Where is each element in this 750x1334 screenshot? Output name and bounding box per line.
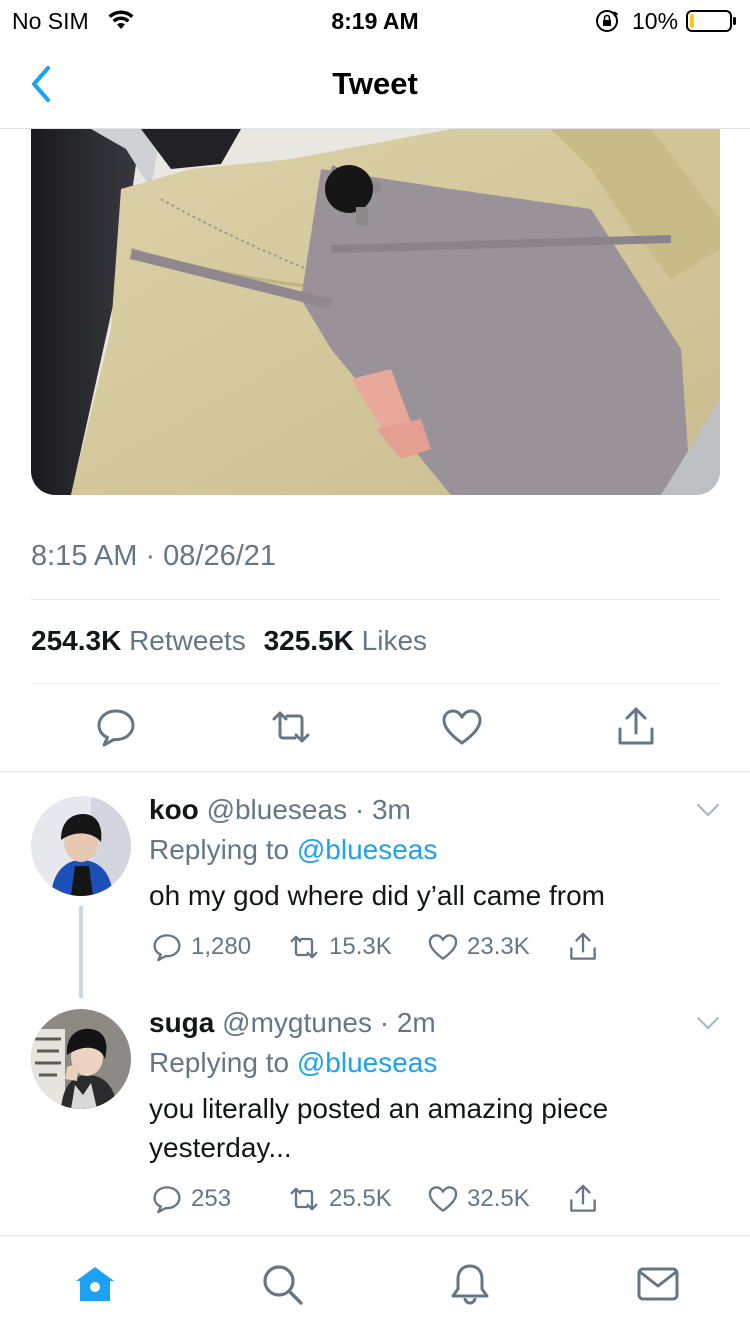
tweet-actions [0,705,750,751]
tab-bar [0,1235,750,1334]
retweets-stat[interactable]: 254.3K Retweets [31,625,246,656]
messages-icon[interactable] [636,1262,680,1306]
replying-to-label: Replying to [149,834,290,865]
reply-text: oh my god where did y’all came from [149,880,605,911]
battery-percent: 10% [632,8,679,34]
reply-author-handle[interactable]: @blueseas [207,794,348,825]
reply-icon[interactable] [94,705,138,749]
reply-author-handle[interactable]: @mygtunes [222,1007,372,1038]
chevron-down-icon[interactable] [696,1015,720,1031]
share-button[interactable] [567,1182,607,1216]
divider [31,599,720,600]
retweet-icon [290,935,318,959]
retweet-count: 25.5K [329,1185,392,1212]
battery-icon [686,10,736,32]
like-button[interactable]: 23.3K [427,930,530,964]
tweet-stats: 254.3K Retweets 325.5K Likes [31,625,437,657]
avatar[interactable] [31,1009,131,1109]
share-button[interactable] [567,930,607,964]
tweet-photo-image [31,129,720,495]
replying-to-label: Replying to [149,1047,290,1078]
reply-actions: 1,280 15.3K 23.3K [149,930,649,964]
retweet-count: 15.3K [329,933,392,960]
divider [31,683,720,684]
share-icon[interactable] [614,705,658,749]
retweets-label: Retweets [129,625,246,656]
home-icon[interactable] [73,1262,117,1306]
replying-to-handle[interactable]: @blueseas [297,834,438,865]
likes-label: Likes [361,625,428,656]
retweet-button[interactable]: 25.5K [287,1182,392,1216]
reply-count: 253 [191,1185,232,1212]
like-icon [428,1186,458,1212]
replying-to-handle[interactable]: @blueseas [297,1047,438,1078]
reply-tweet[interactable]: koo @blueseas · 3m Replying to @blueseas… [0,772,750,1002]
likes-stat[interactable]: 325.5K Likes [264,625,427,656]
like-count: 23.3K [467,933,530,960]
reply-header: suga @mygtunes · 2m [149,1007,436,1039]
nav-bar: Tweet [0,40,750,129]
page-title: Tweet [332,66,418,101]
retweet-button[interactable]: 15.3K [287,930,392,964]
like-button[interactable]: 32.5K [427,1182,530,1216]
avatar[interactable] [31,796,131,896]
retweet-icon [290,1187,318,1211]
like-count: 32.5K [467,1185,530,1212]
chevron-down-icon[interactable] [696,802,720,818]
reply-time: · 3m [354,794,411,825]
reply-author-name[interactable]: koo [149,794,199,825]
reply-icon [153,934,181,962]
avatar-image [31,796,131,896]
reply-author-name[interactable]: suga [149,1007,214,1038]
reply-button[interactable]: 253 [151,1182,231,1216]
reply-icon [153,1186,181,1214]
reply-actions: 253 25.5K 32.5K [149,1182,649,1216]
retweets-count: 254.3K [31,625,122,656]
reply-count: 1,280 [191,933,252,960]
like-icon [428,934,458,960]
like-icon[interactable] [440,705,484,749]
reply-button[interactable]: 1,280 [151,930,251,964]
retweet-icon[interactable] [269,705,313,749]
reply-text: you literally posted an amazing piece ye… [149,1093,609,1163]
reply-tweet[interactable]: suga @mygtunes · 2m Replying to @bluesea… [0,985,750,1235]
reply-time: · 2m [379,1007,436,1038]
tweet-timestamp: 8:15 AM · 08/26/21 [31,540,277,572]
share-icon [570,932,596,960]
search-icon[interactable] [260,1262,304,1306]
likes-count: 325.5K [263,625,354,656]
tweet-photo[interactable] [31,129,720,495]
notifications-icon[interactable] [448,1262,492,1306]
replying-to: Replying to @blueseas [149,1047,437,1079]
reply-header: koo @blueseas · 3m [149,794,411,826]
rotation-lock-icon [596,10,619,32]
status-bar: No SIM 8:19 AM 10% [0,0,750,40]
share-icon [570,1184,596,1212]
avatar-image [31,1009,131,1109]
replying-to: Replying to @blueseas [149,834,437,866]
